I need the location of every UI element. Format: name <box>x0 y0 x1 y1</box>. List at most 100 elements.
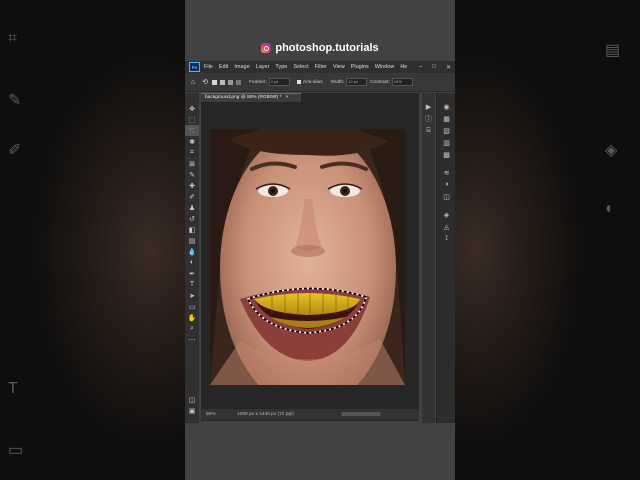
window-controls: – □ ✕ <box>419 64 451 71</box>
anti-alias-label: Anti-alias <box>302 79 323 85</box>
portrait-photo <box>210 129 405 385</box>
photoshop-logo-icon[interactable]: Ps <box>189 62 200 72</box>
eyedropper-tool-icon[interactable]: ✎ <box>185 169 199 180</box>
move-tool-icon[interactable]: ✥ <box>185 103 199 114</box>
width-input[interactable]: 10 px <box>346 78 368 86</box>
blurred-background-right: ▤ ◈ ◐ <box>455 0 640 480</box>
magnetic-lasso-icon[interactable]: ⟲ <box>201 79 209 86</box>
zoom-level[interactable]: 50% <box>206 409 216 420</box>
type-icon: T <box>8 380 18 397</box>
watermark-text: photoshop.tutorials <box>275 42 379 54</box>
quick-mask-icon[interactable]: ◫ <box>185 394 199 405</box>
clone-stamp-tool-icon[interactable]: ♟ <box>185 202 199 213</box>
minimize-button[interactable]: – <box>419 64 422 71</box>
menu-image[interactable]: Image <box>234 64 249 70</box>
watermark: photoshop.tutorials <box>185 42 455 54</box>
rectangle-tool-icon[interactable]: ▭ <box>185 301 199 312</box>
document-area: background.png @ 50% (RGB/8#) * × <box>201 93 434 421</box>
color-icon[interactable]: ▦ <box>441 113 452 124</box>
play-icon[interactable]: ▶ <box>423 101 434 112</box>
paths-icon[interactable]: ⟟ <box>441 233 452 244</box>
brush-icon: ✐ <box>8 142 22 159</box>
close-button[interactable]: ✕ <box>446 64 451 71</box>
screen-mode-icon[interactable]: ▣ <box>185 405 199 416</box>
lasso-tool-icon[interactable]: ➰ <box>185 125 199 136</box>
tools-panel: ✥ ⬚ ➰ ✱ ⌗ ⊠ ✎ ✚ ✐ ♟ ↺ ◧ ▤ 💧 ◐ ✒ T ➤ ▭ ✋ … <box>185 93 199 480</box>
properties-icon[interactable]: ≋ <box>441 167 452 178</box>
contrast-input[interactable]: 10% <box>391 78 413 86</box>
panel-icon: ▤ <box>605 42 621 59</box>
adjust-icon: ◐ <box>605 200 615 217</box>
hand-tool-icon[interactable]: ✋ <box>185 312 199 323</box>
path-selection-tool-icon[interactable]: ➤ <box>185 290 199 301</box>
rectangle-icon: ▭ <box>8 442 24 459</box>
menu-select[interactable]: Select <box>293 64 308 70</box>
blur-tool-icon[interactable]: 💧 <box>185 246 199 257</box>
eyedropper-icon: ✎ <box>8 92 22 109</box>
menu-layer[interactable]: Layer <box>256 64 270 70</box>
blurred-background-left: ⌗ ✎ ✐ T ▭ <box>0 0 185 480</box>
add-selection-icon[interactable] <box>220 79 225 85</box>
dodge-tool-icon[interactable]: ◐ <box>185 257 199 268</box>
options-bar: ⌂ ⟲ Feather: 0 px Anti-alias Width: 10 p… <box>185 73 455 92</box>
adjustments-icon[interactable]: ◑ <box>441 179 452 190</box>
type-tool-icon[interactable]: T <box>185 279 199 290</box>
info-icon[interactable]: ⓘ <box>423 113 434 124</box>
brush-tool-icon[interactable]: ✐ <box>185 191 199 202</box>
channels-icon[interactable]: ◬ <box>441 221 452 232</box>
horizontal-scrollbar[interactable] <box>341 412 381 416</box>
layers-icon[interactable]: ◈ <box>441 209 452 220</box>
intersect-selection-icon[interactable] <box>236 79 241 85</box>
panel-dock: ◉ ▦ ▧ ▥ ▩ ≋ ◑ ◫ ◈ ◬ ⟟ <box>436 93 455 423</box>
maximize-button[interactable]: □ <box>432 64 436 71</box>
marquee-tool-icon[interactable]: ⬚ <box>185 114 199 125</box>
menu-plugins[interactable]: Plugins <box>351 64 369 70</box>
menu-window[interactable]: Window <box>375 64 395 70</box>
history-icon[interactable]: ⌸ <box>423 125 434 136</box>
layers-icon: ◈ <box>605 142 618 159</box>
instagram-icon <box>261 43 272 53</box>
home-icon[interactable]: ⌂ <box>189 79 197 86</box>
status-bar: 50% 1080 px x 1440 px (72 ppi) <box>201 409 419 420</box>
libraries-icon[interactable]: ◫ <box>441 191 452 202</box>
background-dim <box>0 0 185 480</box>
new-selection-icon[interactable] <box>212 79 217 85</box>
eraser-tool-icon[interactable]: ◧ <box>185 224 199 235</box>
swatches-icon[interactable]: ▧ <box>441 125 452 136</box>
gradient-tool-icon[interactable]: ▤ <box>185 235 199 246</box>
window-footer <box>185 423 455 480</box>
crop-icon: ⌗ <box>8 30 18 47</box>
frame-tool-icon[interactable]: ⊠ <box>185 158 199 169</box>
feather-label: Feather: <box>249 79 267 85</box>
photoshop-window: photoshop.tutorials Ps File Edit Image L… <box>185 0 455 480</box>
menu-edit[interactable]: Edit <box>219 64 228 70</box>
zoom-tool-icon[interactable]: ⌕ <box>185 323 199 334</box>
menu-view[interactable]: View <box>333 64 345 70</box>
crop-tool-icon[interactable]: ⌗ <box>185 147 199 158</box>
gradients-icon[interactable]: ▥ <box>441 137 452 148</box>
menu-type[interactable]: Type <box>275 64 287 70</box>
background-dim <box>455 0 640 480</box>
subtract-selection-icon[interactable] <box>228 79 233 85</box>
tab-close-button[interactable]: × <box>286 95 289 100</box>
learn-icon[interactable]: ◉ <box>441 101 452 112</box>
pen-tool-icon[interactable]: ✒ <box>185 268 199 279</box>
menu-bar: Ps File Edit Image Layer Type Select Fil… <box>185 61 455 73</box>
history-brush-tool-icon[interactable]: ↺ <box>185 213 199 224</box>
feather-input[interactable]: 0 px <box>268 78 290 86</box>
image-canvas[interactable] <box>210 129 405 385</box>
panel-dock-collapsed: ▶ ⓘ ⌸ <box>422 93 435 423</box>
tab-document[interactable]: background.png @ 50% (RGB/8#) * × <box>201 93 301 102</box>
menu-help[interactable]: He <box>400 64 407 70</box>
quick-selection-tool-icon[interactable]: ✱ <box>185 136 199 147</box>
more-tools-icon[interactable]: ⋯ <box>185 334 199 345</box>
document-info: 1080 px x 1440 px (72 ppi) <box>237 412 294 417</box>
menu-file[interactable]: File <box>204 64 213 70</box>
contrast-label: Contrast: <box>370 79 390 85</box>
menu-filter[interactable]: Filter <box>315 64 327 70</box>
tab-title: background.png @ 50% (RGB/8#) * <box>205 95 282 100</box>
anti-alias-checkbox[interactable] <box>296 80 301 84</box>
healing-brush-tool-icon[interactable]: ✚ <box>185 180 199 191</box>
width-label: Width: <box>330 79 345 85</box>
patterns-icon[interactable]: ▩ <box>441 149 452 160</box>
